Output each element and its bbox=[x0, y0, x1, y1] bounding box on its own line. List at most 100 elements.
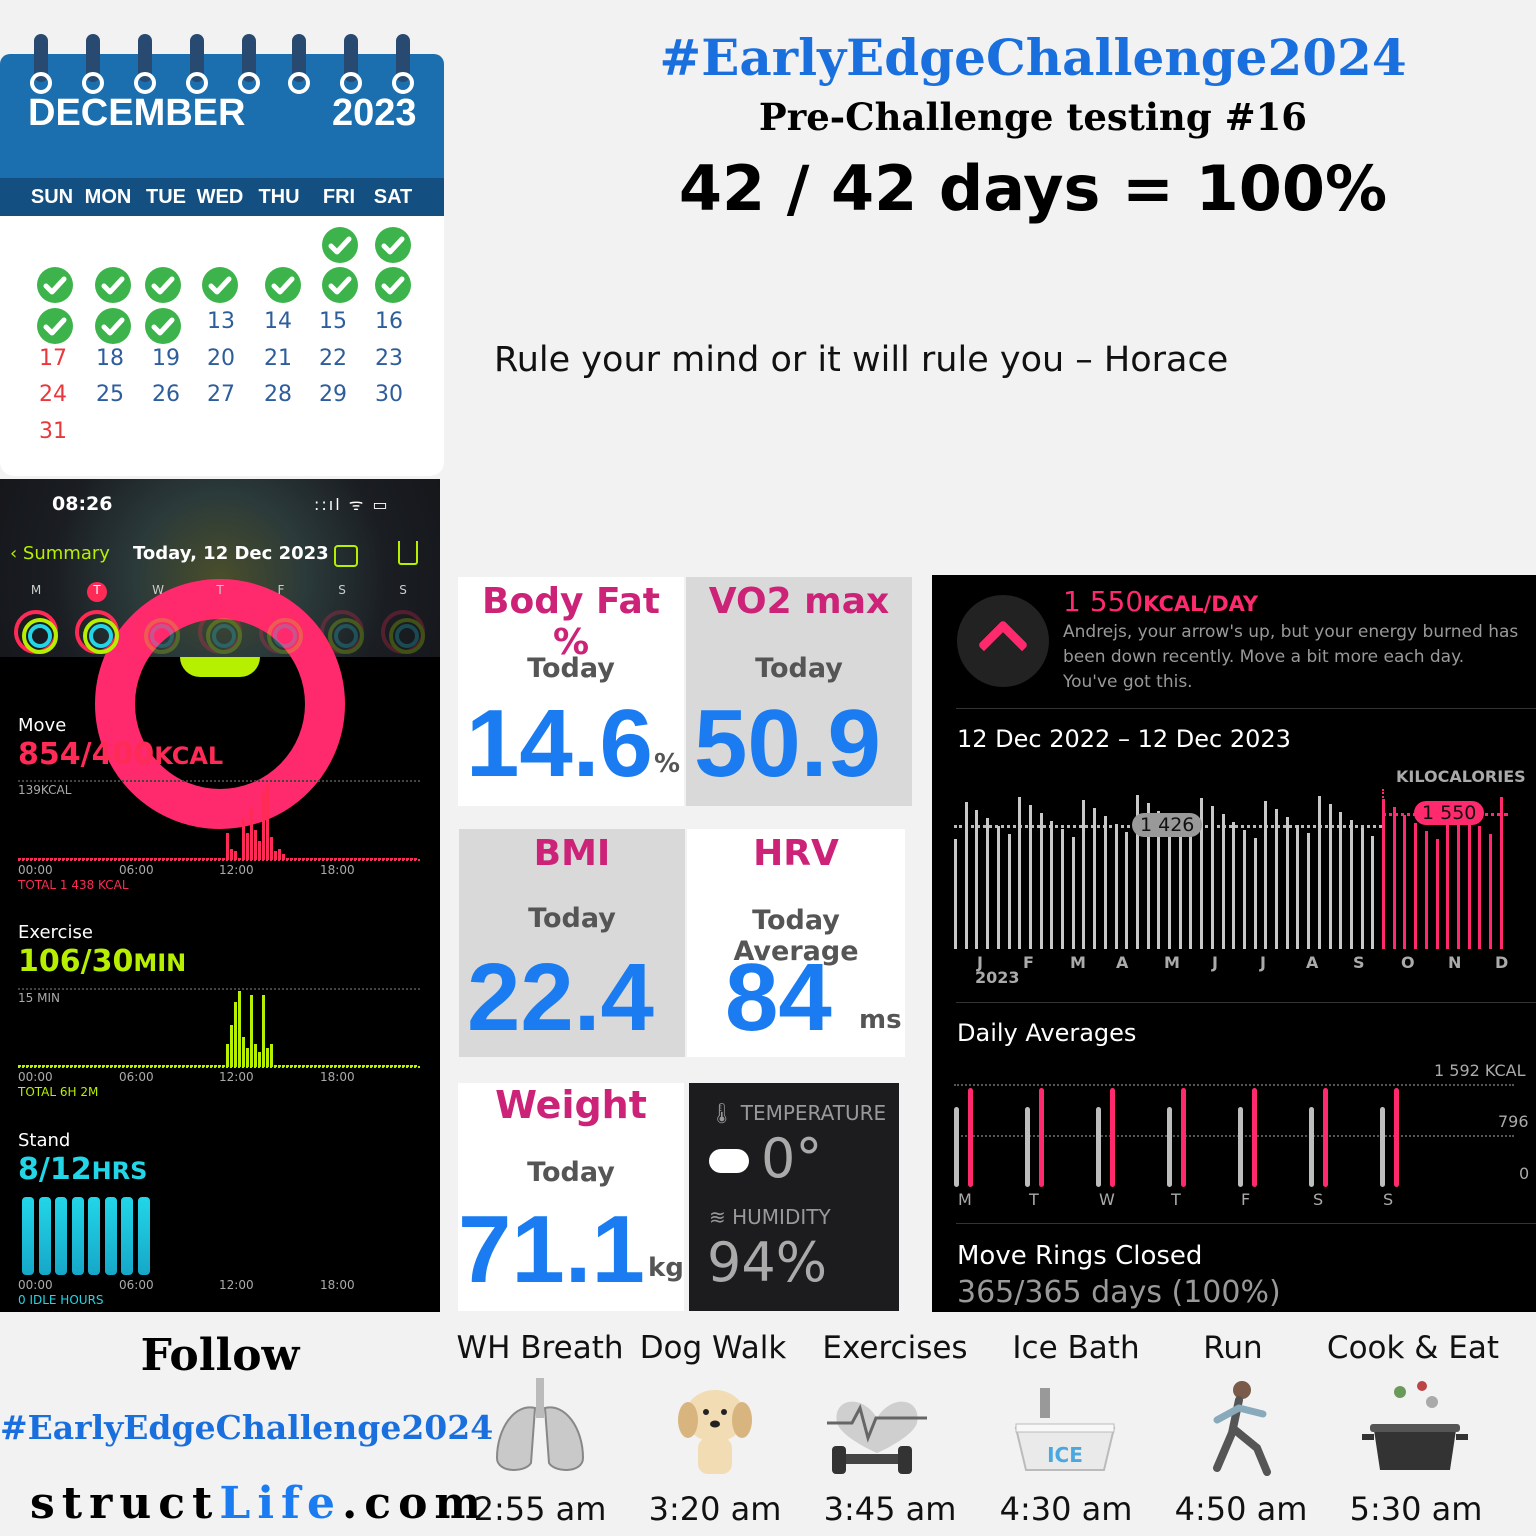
week-bar bbox=[975, 810, 979, 949]
activity-rings-icon[interactable] bbox=[14, 610, 58, 654]
week-bar bbox=[1414, 823, 1418, 949]
week-bar bbox=[1253, 838, 1257, 949]
divider bbox=[956, 708, 1536, 709]
hrv-value: 84 bbox=[725, 944, 832, 1051]
tile-subtitle: Today bbox=[527, 1157, 615, 1188]
activity-rings-icon[interactable] bbox=[381, 610, 425, 654]
calendar-day[interactable]: 15 bbox=[313, 309, 353, 334]
calendar-day[interactable]: 26 bbox=[146, 382, 186, 407]
calendar-day[interactable]: 22 bbox=[313, 346, 353, 371]
month-label: M bbox=[1070, 953, 1086, 972]
check-icon bbox=[375, 267, 411, 303]
calendar-day[interactable]: 19 bbox=[146, 346, 186, 371]
tick: 00:00 bbox=[18, 1070, 53, 1084]
ring-hole bbox=[82, 72, 104, 94]
chart-bar bbox=[242, 818, 245, 860]
week-bar bbox=[1242, 830, 1246, 949]
week-bar bbox=[1285, 817, 1289, 949]
month-label: A bbox=[1306, 953, 1319, 972]
calendar-day[interactable]: 16 bbox=[369, 309, 409, 334]
calendar-day[interactable]: 29 bbox=[313, 382, 353, 407]
week-bar bbox=[1296, 825, 1300, 949]
tick: 00:00 bbox=[18, 863, 53, 877]
chart-bar bbox=[226, 833, 229, 860]
stand-bar bbox=[88, 1197, 100, 1275]
week-bar bbox=[1093, 808, 1097, 949]
calendar-day[interactable]: 20 bbox=[201, 346, 241, 371]
activity-time: 4:30 am bbox=[999, 1490, 1133, 1528]
ice-bath-icon: ICE bbox=[1014, 1388, 1116, 1471]
day-label: W bbox=[1099, 1190, 1115, 1209]
check-icon bbox=[145, 308, 181, 344]
calendar-day[interactable]: 13 bbox=[201, 309, 241, 334]
chart-bar bbox=[258, 841, 261, 860]
calendar-day[interactable]: 31 bbox=[33, 419, 73, 444]
week-bar bbox=[1018, 797, 1022, 949]
calendar-day[interactable]: 27 bbox=[201, 382, 241, 407]
back-button[interactable]: ‹ Summary bbox=[10, 543, 110, 564]
activity-time: 5:30 am bbox=[1349, 1490, 1483, 1528]
week-bar bbox=[1061, 829, 1064, 949]
week-day: T bbox=[93, 583, 101, 597]
exercise-bars bbox=[18, 991, 420, 1067]
move-bars bbox=[18, 784, 420, 860]
chart-bar bbox=[238, 991, 241, 1067]
site-part: struct bbox=[30, 1478, 220, 1529]
day-label: M bbox=[958, 1190, 972, 1209]
day-label: T bbox=[1171, 1190, 1181, 1209]
follow-hashtag[interactable]: #EarlyEdgeChallenge2024 bbox=[0, 1408, 493, 1447]
activity-rings-icon[interactable] bbox=[136, 610, 180, 654]
week-bar bbox=[1232, 822, 1236, 949]
week-bar bbox=[1489, 834, 1492, 949]
daily-bar bbox=[1167, 1106, 1172, 1187]
week-bar bbox=[1360, 828, 1364, 949]
day-label: T bbox=[1029, 1190, 1039, 1209]
share-icon[interactable] bbox=[398, 541, 418, 565]
website-link[interactable]: structLife.com bbox=[30, 1478, 488, 1529]
ring-hole bbox=[238, 72, 260, 94]
week-bar bbox=[1499, 797, 1503, 949]
activity-time: 2:55 am bbox=[473, 1490, 607, 1528]
calendar-day[interactable]: 17 bbox=[33, 346, 73, 371]
chart-bar bbox=[262, 994, 265, 1067]
bmi-value: 22.4 bbox=[467, 944, 654, 1051]
month-label: M bbox=[1164, 953, 1180, 972]
week-bar bbox=[1103, 816, 1107, 949]
stand-bar bbox=[121, 1197, 133, 1275]
chart-bar bbox=[262, 791, 265, 860]
calendar-day[interactable]: 28 bbox=[258, 382, 298, 407]
calendar-day[interactable]: 24 bbox=[33, 382, 73, 407]
exercise-unit: MIN bbox=[133, 949, 187, 977]
cooking-pot-icon bbox=[1362, 1381, 1468, 1470]
activity-rings-icon[interactable] bbox=[198, 610, 242, 654]
calendar-day[interactable]: 30 bbox=[369, 382, 409, 407]
calendar-day[interactable]: 18 bbox=[90, 346, 130, 371]
week-bar bbox=[1210, 806, 1214, 949]
chart-bar bbox=[254, 829, 257, 860]
chart-bar bbox=[254, 1044, 257, 1067]
week-bar bbox=[964, 802, 968, 949]
activity-rings-icon[interactable] bbox=[320, 610, 364, 654]
trend-value: 1 550KCAL/DAY bbox=[1063, 585, 1258, 618]
chart-bar bbox=[250, 806, 253, 860]
body-fat-unit: % bbox=[654, 749, 681, 779]
activity-rings-icon[interactable] bbox=[259, 610, 303, 654]
activity-time: 3:20 am bbox=[648, 1490, 782, 1528]
day-name: SUN bbox=[30, 186, 74, 208]
calendar-day[interactable]: 21 bbox=[258, 346, 298, 371]
cloud-icon bbox=[709, 1149, 749, 1173]
week-bar bbox=[1114, 824, 1118, 949]
calendar-day[interactable]: 25 bbox=[90, 382, 130, 407]
day-name: TUE bbox=[146, 186, 186, 208]
calendar-day[interactable]: 14 bbox=[258, 309, 298, 334]
daily-bars bbox=[954, 1084, 1454, 1187]
activity-rings-icon[interactable] bbox=[75, 610, 119, 654]
calendar-day[interactable]: 23 bbox=[369, 346, 409, 371]
ring-hole bbox=[134, 72, 156, 94]
trend-unit: KCAL/DAY bbox=[1143, 592, 1259, 616]
stand-value: 8/12HRS bbox=[18, 1152, 147, 1187]
puppy-icon bbox=[678, 1390, 752, 1474]
calendar-icon[interactable] bbox=[334, 545, 358, 567]
divider bbox=[956, 1223, 1536, 1224]
day-name: THU bbox=[258, 186, 300, 208]
